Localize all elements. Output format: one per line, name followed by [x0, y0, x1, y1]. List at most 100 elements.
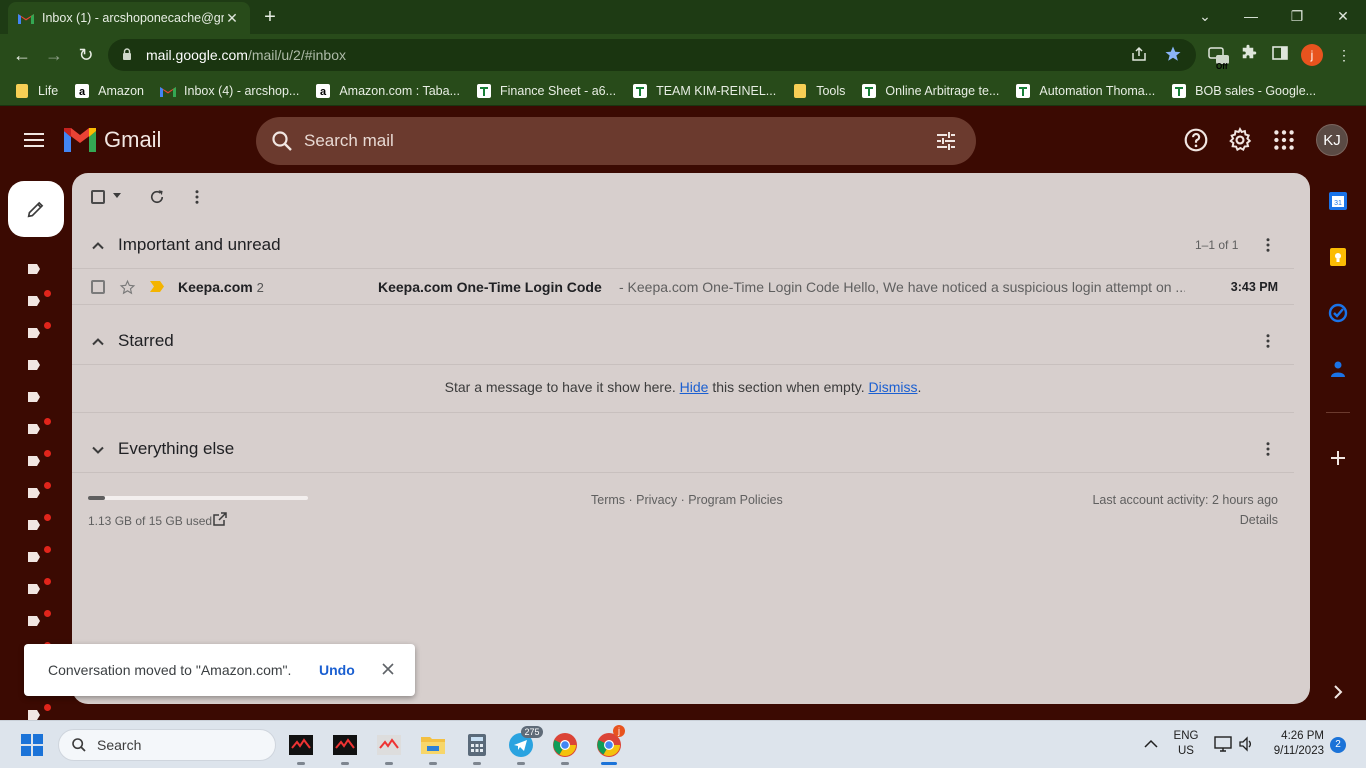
bookmark-item[interactable]: Finance Sheet - a6...: [476, 83, 616, 99]
forward-arrow-icon[interactable]: →: [42, 43, 66, 67]
bookmark-item[interactable]: Automation Thoma...: [1015, 83, 1155, 99]
policy-links[interactable]: Terms · Privacy · Program Policies: [591, 493, 783, 507]
browser-menu-icon[interactable]: ⋮: [1333, 44, 1355, 66]
section-options-icon[interactable]: [1259, 332, 1277, 350]
select-all-checkbox[interactable]: [91, 190, 105, 204]
taskbar-search-box[interactable]: [58, 729, 276, 761]
bookmark-item[interactable]: Online Arbitrage te...: [861, 83, 999, 99]
bookmark-item[interactable]: a Amazon: [74, 83, 144, 99]
calendar-icon[interactable]: 31: [1328, 191, 1348, 211]
compose-button[interactable]: [8, 181, 64, 237]
important-marker-icon[interactable]: [150, 281, 164, 292]
search-mail-bar[interactable]: [256, 117, 976, 165]
taskbar-telegram[interactable]: 275: [505, 726, 543, 765]
bookmark-label: Finance Sheet - a6...: [500, 83, 617, 98]
bookmark-item[interactable]: TEAM KIM-REINEL...: [632, 83, 776, 99]
chevron-up-icon[interactable]: [90, 334, 106, 350]
address-bar[interactable]: mail.google.com/mail/u/2/#inbox: [108, 39, 1196, 71]
show-hidden-icons-chevron-icon[interactable]: [1144, 739, 1158, 749]
svg-text:31: 31: [1334, 200, 1342, 207]
label-tag-icon[interactable]: [28, 264, 44, 274]
bookmark-item[interactable]: Inbox (4) - arcshop...: [160, 83, 299, 99]
volume-icon[interactable]: [1238, 736, 1254, 752]
taskbar-calculator[interactable]: [461, 729, 493, 765]
help-icon[interactable]: [1183, 127, 1209, 153]
google-apps-icon[interactable]: [1271, 127, 1297, 153]
label-tag-icon[interactable]: [28, 418, 51, 434]
bookmark-item[interactable]: a Amazon.com : Taba...: [315, 83, 460, 99]
expand-panel-chevron-icon[interactable]: [1328, 682, 1348, 702]
close-window-icon[interactable]: ✕: [1331, 4, 1355, 28]
bookmark-item[interactable]: BOB sales - Google...: [1171, 83, 1316, 99]
label-tag-icon[interactable]: [28, 322, 51, 338]
search-input[interactable]: [304, 131, 934, 151]
taskbar-search-input[interactable]: [97, 737, 247, 753]
refresh-icon[interactable]: [148, 188, 166, 206]
label-tag-icon[interactable]: [28, 514, 51, 530]
settings-gear-icon[interactable]: [1227, 127, 1253, 153]
cache-extension-icon[interactable]: Off: [1207, 44, 1229, 71]
close-icon[interactable]: [380, 661, 396, 677]
label-tag-icon[interactable]: [28, 482, 51, 498]
chevron-down-icon[interactable]: [90, 442, 106, 458]
notification-count-badge[interactable]: 2: [1330, 737, 1346, 753]
open-in-new-icon[interactable]: [213, 512, 227, 526]
browser-tab-inbox[interactable]: Inbox (1) - arcshoponecache@gmail.com ✕: [8, 2, 250, 34]
tab-search-chevron-icon[interactable]: ⌄: [1193, 4, 1217, 28]
label-tag-icon[interactable]: [28, 360, 44, 370]
email-checkbox[interactable]: [91, 280, 105, 294]
reload-icon[interactable]: ↻: [74, 43, 98, 67]
share-icon[interactable]: [1130, 45, 1148, 66]
back-arrow-icon[interactable]: ←: [10, 43, 34, 67]
side-panel-icon[interactable]: [1269, 44, 1291, 66]
minimize-icon[interactable]: —: [1239, 4, 1263, 28]
bookmark-label: Amazon: [98, 83, 145, 98]
activity-details-link[interactable]: Details: [1240, 513, 1278, 527]
section-options-icon[interactable]: [1259, 440, 1277, 458]
chevron-up-icon[interactable]: [90, 238, 106, 254]
label-tag-icon[interactable]: [28, 392, 44, 402]
maximize-icon[interactable]: ❐: [1285, 4, 1309, 28]
taskbar-app-1[interactable]: [285, 729, 317, 765]
more-options-icon[interactable]: [188, 188, 206, 206]
star-icon[interactable]: [119, 279, 136, 296]
new-tab-icon[interactable]: +: [260, 6, 280, 28]
taskbar-app-2[interactable]: [329, 729, 361, 765]
taskbar-chrome-profile-2[interactable]: j: [593, 725, 625, 765]
extension-off-badge: Off: [1216, 62, 1228, 71]
label-tag-icon[interactable]: [28, 704, 51, 720]
email-row[interactable]: Keepa.com 2 Keepa.com One-Time Login Cod…: [72, 269, 1294, 305]
taskbar-chrome-profile-1[interactable]: [549, 729, 581, 765]
label-tag-icon[interactable]: [28, 546, 51, 562]
select-dropdown-icon[interactable]: [113, 193, 121, 199]
clock[interactable]: 4:26 PM 9/11/2023: [1268, 730, 1324, 757]
section-options-icon[interactable]: [1259, 236, 1277, 254]
bookmark-star-icon[interactable]: [1164, 45, 1182, 66]
windows-start-icon[interactable]: [21, 734, 43, 756]
taskbar-file-explorer[interactable]: [417, 729, 449, 765]
add-app-icon[interactable]: [1328, 448, 1348, 468]
bookmark-item[interactable]: Tools: [792, 83, 845, 99]
tasks-icon[interactable]: [1328, 303, 1348, 323]
close-tab-icon[interactable]: ✕: [224, 10, 240, 27]
label-tag-icon[interactable]: [28, 578, 51, 594]
language-indicator[interactable]: ENG US: [1173, 730, 1199, 757]
network-icon[interactable]: [1214, 736, 1232, 752]
label-tag-icon[interactable]: [28, 290, 51, 306]
dismiss-link[interactable]: Dismiss: [868, 379, 917, 395]
bookmark-item[interactable]: Life: [14, 83, 58, 99]
search-options-icon[interactable]: [934, 129, 958, 153]
browser-profile-avatar[interactable]: j: [1301, 44, 1323, 66]
hide-section-link[interactable]: Hide: [680, 379, 709, 395]
undo-button[interactable]: Undo: [319, 662, 355, 678]
taskbar-app-3[interactable]: [373, 729, 405, 765]
keep-icon[interactable]: [1328, 247, 1348, 267]
extensions-puzzle-icon[interactable]: [1237, 44, 1259, 66]
main-menu-icon[interactable]: [24, 129, 48, 151]
label-tag-icon[interactable]: [28, 450, 51, 466]
account-avatar[interactable]: KJ: [1316, 124, 1348, 156]
gmail-logo[interactable]: Gmail: [64, 127, 161, 153]
search-icon[interactable]: [270, 129, 294, 153]
label-tag-icon[interactable]: [28, 610, 51, 626]
contacts-icon[interactable]: [1328, 359, 1348, 379]
